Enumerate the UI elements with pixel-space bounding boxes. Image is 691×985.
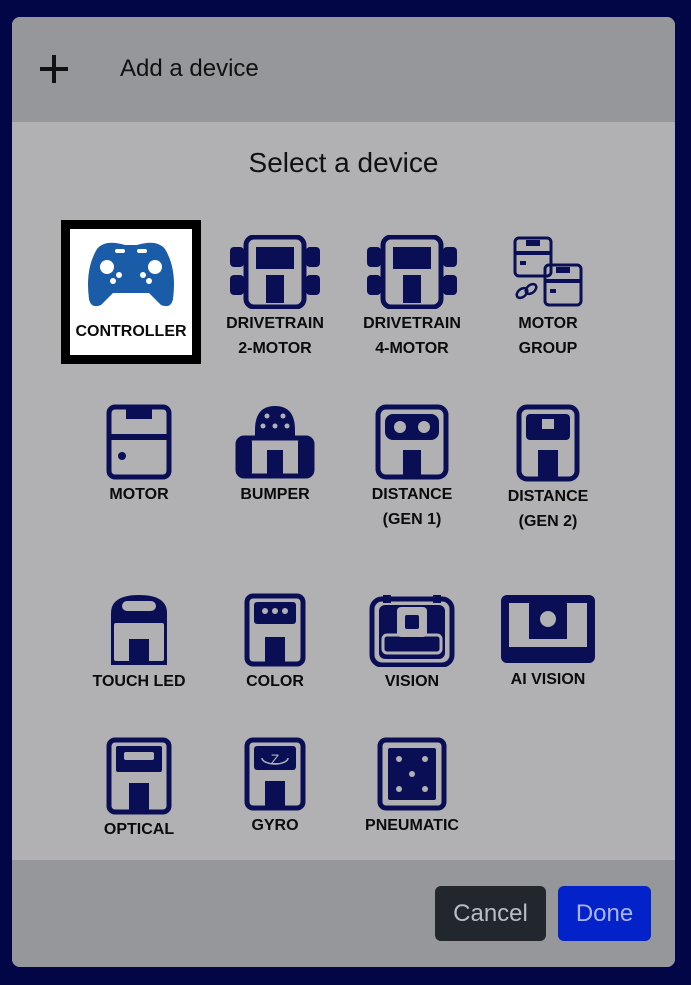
done-button[interactable]: Done bbox=[558, 886, 651, 941]
device-label: DRIVETRAIN 4-MOTOR bbox=[363, 315, 461, 357]
touch-led-icon bbox=[111, 595, 167, 665]
plus-icon bbox=[40, 55, 68, 83]
device-gyro[interactable]: Z GYRO bbox=[205, 737, 345, 838]
device-controller[interactable]: CONTROLLER bbox=[61, 220, 201, 364]
select-device-heading: Select a device bbox=[248, 147, 439, 178]
device-bumper[interactable]: BUMPER bbox=[205, 404, 345, 507]
pneumatic-icon bbox=[377, 737, 447, 811]
device-motor[interactable]: MOTOR bbox=[69, 404, 209, 507]
device-label: MOTOR bbox=[109, 486, 169, 503]
device-vision[interactable]: VISION bbox=[342, 593, 482, 694]
device-drivetrain-4-motor[interactable]: DRIVETRAIN 4-MOTOR bbox=[342, 235, 482, 361]
device-motor-group[interactable]: MOTOR GROUP bbox=[478, 235, 618, 361]
device-label: DISTANCE (GEN 2) bbox=[507, 488, 589, 530]
device-distance-gen2[interactable]: DISTANCE (GEN 2) bbox=[478, 404, 618, 534]
device-label: VISION bbox=[384, 673, 440, 690]
gyro-icon: Z bbox=[244, 737, 306, 811]
ai-vision-icon bbox=[501, 595, 595, 663]
optical-sensor-icon bbox=[106, 737, 172, 815]
device-label: CONTROLLER bbox=[75, 323, 187, 340]
device-label: MOTOR GROUP bbox=[518, 315, 578, 357]
dialog-footer: Cancel Done bbox=[12, 860, 675, 967]
color-sensor-icon bbox=[244, 593, 306, 667]
dialog-title: Add a device bbox=[120, 55, 259, 82]
distance-gen2-icon bbox=[516, 404, 580, 482]
device-label: AI VISION bbox=[510, 671, 586, 688]
cancel-button[interactable]: Cancel bbox=[435, 886, 546, 941]
device-label: BUMPER bbox=[240, 486, 310, 503]
controller-icon bbox=[88, 242, 174, 307]
device-color[interactable]: COLOR bbox=[205, 593, 345, 694]
bumper-icon bbox=[235, 406, 315, 479]
motor-group-icon bbox=[513, 236, 583, 307]
device-label: TOUCH LED bbox=[92, 673, 186, 690]
device-optical[interactable]: OPTICAL bbox=[69, 737, 209, 842]
device-label: COLOR bbox=[246, 673, 304, 690]
device-label: OPTICAL bbox=[103, 821, 175, 838]
dialog-header: Add a device bbox=[12, 17, 675, 122]
device-pneumatic[interactable]: PNEUMATIC bbox=[342, 737, 482, 838]
device-distance-gen1[interactable]: DISTANCE (GEN 1) bbox=[342, 404, 482, 532]
device-label: GYRO bbox=[251, 817, 299, 834]
device-label: PNEUMATIC bbox=[365, 817, 459, 834]
device-label: DRIVETRAIN 2-MOTOR bbox=[226, 315, 324, 357]
drivetrain-2-motor-icon bbox=[230, 235, 320, 309]
motor-icon bbox=[106, 404, 172, 480]
device-ai-vision[interactable]: AI VISION bbox=[478, 593, 618, 692]
drivetrain-4-motor-icon bbox=[367, 235, 457, 309]
device-drivetrain-2-motor[interactable]: DRIVETRAIN 2-MOTOR bbox=[205, 235, 345, 361]
device-label: DISTANCE (GEN 1) bbox=[371, 486, 453, 528]
distance-gen1-icon bbox=[375, 404, 449, 480]
add-device-dialog: Add a device Select a device CONTROLLER bbox=[12, 17, 675, 967]
vision-sensor-icon bbox=[369, 595, 455, 667]
device-touch-led[interactable]: TOUCH LED bbox=[69, 593, 209, 694]
